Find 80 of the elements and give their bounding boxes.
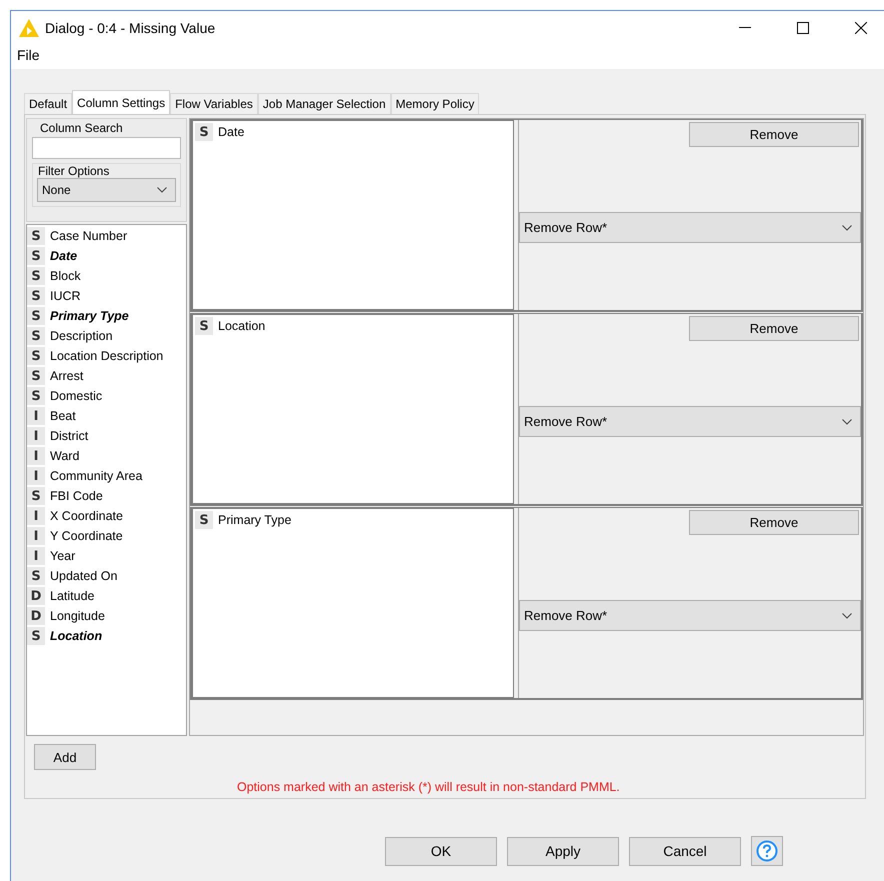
type-icon: I xyxy=(27,407,45,425)
type-icon: D xyxy=(27,587,45,605)
tab[interactable]: Column Settings xyxy=(72,90,170,114)
column-name: Primary Type xyxy=(218,513,292,527)
list-item[interactable]: Longitude xyxy=(50,609,105,623)
tab[interactable]: Default xyxy=(24,93,72,114)
column-name: Location xyxy=(218,319,266,333)
menu-item[interactable]: File xyxy=(17,47,40,63)
type-icon: S xyxy=(195,123,213,141)
triangle-logo-icon xyxy=(19,19,39,37)
search-field[interactable] xyxy=(32,137,181,159)
list-item[interactable]: Arrest xyxy=(50,369,84,383)
warning-note: Options marked with an asterisk (*) will result in non-standard PMML. xyxy=(236,780,621,794)
type-icon: S xyxy=(27,227,45,245)
type-icon: D xyxy=(27,607,45,625)
list-item[interactable]: Case Number xyxy=(50,229,128,243)
list-item[interactable]: Location xyxy=(50,629,102,643)
maximize-icon[interactable] xyxy=(797,22,809,34)
list-item[interactable]: District xyxy=(50,429,88,443)
remove-button[interactable]: Remove xyxy=(689,316,859,341)
tab[interactable]: Job Manager Selection xyxy=(258,93,391,114)
list-item[interactable]: Primary Type xyxy=(50,309,129,323)
help-icon xyxy=(756,840,778,862)
filter-dropdown[interactable]: None xyxy=(37,178,176,202)
list-item[interactable]: X Coordinate xyxy=(50,509,123,523)
group-label: Filter Options xyxy=(38,164,110,178)
caret-icon xyxy=(842,224,852,230)
type-icon: S xyxy=(27,627,45,645)
list-item[interactable]: Description xyxy=(50,329,113,343)
type-icon: S xyxy=(27,247,45,265)
type-icon: S xyxy=(27,267,45,285)
tab[interactable]: Memory Policy xyxy=(390,93,480,114)
remove-button[interactable]: Remove xyxy=(689,510,859,535)
type-icon: S xyxy=(27,327,45,345)
close-icon[interactable] xyxy=(855,22,867,34)
window-title: Dialog - 0:4 - Missing Value xyxy=(45,20,216,36)
list-item[interactable]: IUCR xyxy=(50,289,81,303)
type-icon: S xyxy=(195,511,213,529)
type-icon: S xyxy=(27,367,45,385)
add-button[interactable]: Add xyxy=(34,744,96,770)
list-item[interactable]: FBI Code xyxy=(50,489,103,503)
list-item[interactable]: Updated On xyxy=(50,569,118,583)
type-icon: I xyxy=(27,527,45,545)
dialog-button[interactable]: Apply xyxy=(507,836,619,866)
minimize-icon[interactable] xyxy=(739,27,751,29)
column-name: Date xyxy=(218,125,244,139)
list-item[interactable]: Location Description xyxy=(50,349,164,363)
type-icon: I xyxy=(27,427,45,445)
list-item[interactable]: Domestic xyxy=(50,389,102,403)
help-button[interactable] xyxy=(751,836,783,866)
list-item[interactable]: Block xyxy=(50,269,81,283)
type-icon: S xyxy=(27,347,45,365)
remove-button[interactable]: Remove xyxy=(689,122,859,147)
list-item[interactable]: Ward xyxy=(50,449,80,463)
list-item[interactable]: Beat xyxy=(50,409,76,423)
list-item[interactable]: Date xyxy=(50,249,78,263)
type-icon: S xyxy=(27,287,45,305)
type-icon: S xyxy=(27,567,45,585)
caret-icon xyxy=(157,187,167,193)
list-item[interactable]: Latitude xyxy=(50,589,94,603)
group-label: Column Search xyxy=(40,121,124,135)
dialog-button[interactable]: Cancel xyxy=(629,836,741,866)
caret-icon xyxy=(842,612,852,618)
method-dropdown[interactable]: Remove Row* xyxy=(519,212,861,243)
type-icon: I xyxy=(27,447,45,465)
method-dropdown[interactable]: Remove Row* xyxy=(519,406,861,437)
type-icon: S xyxy=(27,487,45,505)
caret-icon xyxy=(842,418,852,424)
list-item[interactable]: Y Coordinate xyxy=(50,529,123,543)
dialog-button[interactable]: OK xyxy=(385,836,497,866)
type-icon: I xyxy=(27,547,45,565)
type-icon: S xyxy=(195,317,213,335)
tab[interactable]: Flow Variables xyxy=(170,93,258,114)
list-item[interactable]: Community Area xyxy=(50,469,142,483)
type-icon: S xyxy=(27,387,45,405)
type-icon: I xyxy=(27,507,45,525)
type-icon: I xyxy=(27,467,45,485)
type-icon: S xyxy=(27,307,45,325)
list-item[interactable]: Year xyxy=(50,549,76,563)
method-dropdown[interactable]: Remove Row* xyxy=(519,600,861,631)
